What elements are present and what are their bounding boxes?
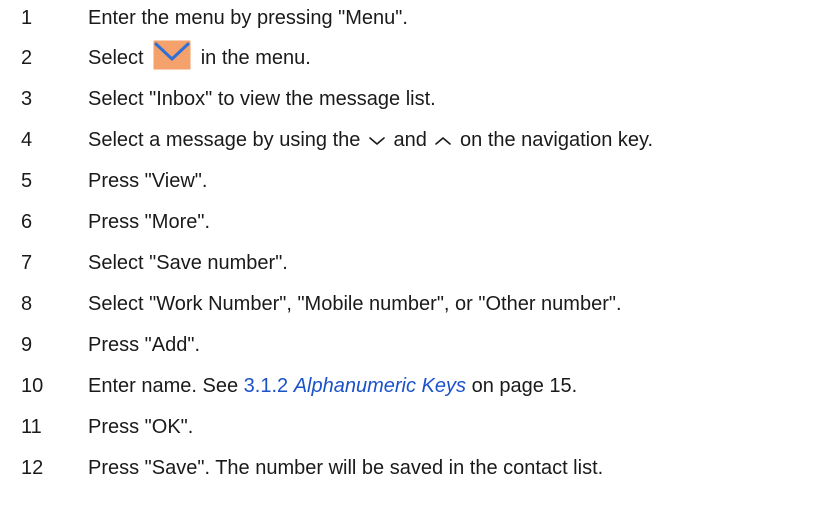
step-number: 10 bbox=[21, 375, 44, 397]
step-11: 11 Press "OK". bbox=[0, 409, 835, 449]
step-text: Select "Work Number", "Mobile number", o… bbox=[88, 293, 622, 315]
step-text: in the menu. bbox=[200, 47, 311, 69]
link-section-number: 3.1.2 bbox=[243, 375, 289, 397]
step-3: 3 Select "Inbox" to view the message lis… bbox=[0, 81, 835, 121]
step-text: Enter the menu by pressing "Menu". bbox=[88, 7, 408, 29]
step-number: 8 bbox=[21, 293, 33, 315]
step-8: 8 Select "Work Number", "Mobile number",… bbox=[0, 286, 835, 326]
step-text: Select "Inbox" to view the message list. bbox=[88, 88, 436, 110]
step-number: 5 bbox=[21, 170, 33, 192]
step-text: Select "Save number". bbox=[88, 252, 288, 274]
step-text-wrapper: Enter name. See 3.1.2 Alphanumeric Keys … bbox=[88, 374, 577, 398]
step-12: 12 Press "Save". The number will be save… bbox=[0, 450, 835, 490]
step-text: Press "Add". bbox=[88, 334, 201, 356]
step-10: 10 Enter name. See 3.1.2 Alphanumeric Ke… bbox=[0, 368, 835, 408]
step-number: 12 bbox=[21, 457, 44, 479]
step-2: 2 Select in the menu. bbox=[0, 40, 835, 80]
step-text: Press "Save". The number will be saved i… bbox=[88, 457, 604, 479]
cross-reference-link[interactable]: 3.1.2 Alphanumeric Keys bbox=[244, 375, 466, 397]
step-text: Press "More". bbox=[88, 211, 211, 233]
step-text: Enter name. See bbox=[88, 375, 239, 397]
step-7: 7 Select "Save number". bbox=[0, 245, 835, 285]
step-9: 9 Press "Add". bbox=[0, 327, 835, 367]
step-6: 6 Press "More". bbox=[0, 204, 835, 244]
step-5: 5 Press "View". bbox=[0, 163, 835, 203]
step-number: 3 bbox=[21, 88, 33, 110]
step-text: Select bbox=[88, 47, 144, 69]
step-number: 7 bbox=[21, 252, 33, 274]
step-text-wrapper: Select a message by using the and on the… bbox=[88, 128, 653, 152]
step-1: 1 Enter the menu by pressing "Menu". bbox=[0, 0, 835, 40]
step-text: Select a message by using the bbox=[88, 129, 361, 151]
step-text-wrapper: Select in the menu. bbox=[88, 40, 311, 70]
step-number: 9 bbox=[21, 334, 33, 356]
link-section-title: Alphanumeric Keys bbox=[293, 375, 467, 397]
step-number: 1 bbox=[21, 7, 33, 29]
step-text: and bbox=[393, 129, 427, 151]
step-text: on the navigation key. bbox=[460, 129, 654, 151]
step-number: 6 bbox=[21, 211, 33, 233]
step-4: 4 Select a message by using the and on t… bbox=[0, 122, 835, 162]
chevron-down-icon bbox=[369, 136, 385, 145]
step-text: Press "OK". bbox=[88, 416, 194, 438]
step-number: 11 bbox=[21, 416, 42, 438]
step-number: 2 bbox=[21, 47, 33, 69]
step-text: on page 15. bbox=[471, 375, 578, 397]
step-number: 4 bbox=[21, 129, 33, 151]
envelope-icon bbox=[153, 40, 191, 70]
step-text: Press "View". bbox=[88, 170, 208, 192]
chevron-up-icon bbox=[435, 136, 452, 145]
